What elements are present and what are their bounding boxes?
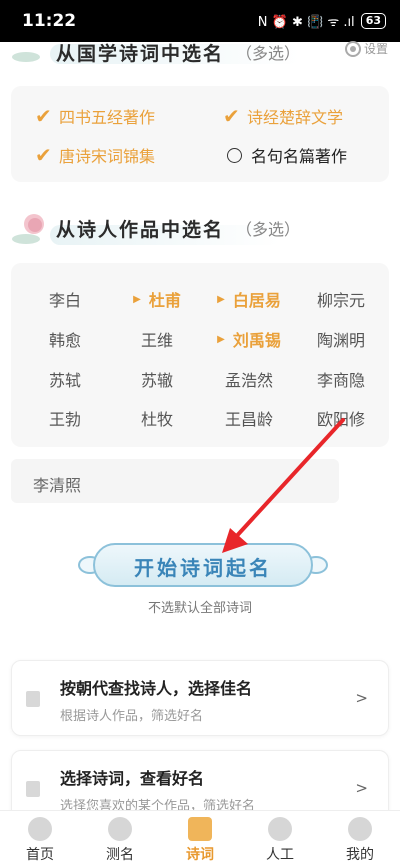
poet-item-extra[interactable]: 李清照 xyxy=(11,459,339,503)
status-icons: N ⏰ ✱ 📳 ᯤ .ıl 63 xyxy=(258,12,386,30)
poet-item[interactable]: 柳宗元 xyxy=(296,287,386,311)
tab-home[interactable]: 首页 xyxy=(0,811,80,866)
category-option[interactable]: 名句名篇著作 xyxy=(223,143,347,167)
selected-triangle-icon: ▶ xyxy=(217,293,225,305)
home-icon xyxy=(28,817,52,841)
lotus-icon xyxy=(10,38,52,66)
category-card: ✔ 四书五经著作 ✔ 诗经楚辞文学 ✔ 唐诗宋词锦集 名句名篇著作 xyxy=(11,86,389,182)
check-icon: ✔ xyxy=(35,143,52,167)
settings-label: 设置 xyxy=(363,42,388,56)
card-subtitle: 根据诗人作品，筛选好名 xyxy=(60,709,204,724)
poet-item[interactable]: 苏轼 xyxy=(20,367,110,391)
section-title: 从诗人作品中选名 xyxy=(56,218,225,241)
books-icon xyxy=(26,781,40,797)
profile-icon xyxy=(348,817,372,841)
tab-test-name[interactable]: 测名 xyxy=(80,811,160,866)
dynasty-search-card[interactable]: 按朝代查找诗人，选择佳名 根据诗人作品，筛选好名 > xyxy=(11,660,389,736)
card-title: 选择诗词，查看好名 xyxy=(60,769,205,788)
start-naming-label: 开始诗词起名 xyxy=(134,556,272,580)
graduation-cap-icon xyxy=(268,817,292,841)
default-hint: 不选默认全部诗词 xyxy=(147,601,252,616)
bottom-tab-bar: 首页 测名 诗词 人工 我的 xyxy=(0,810,400,866)
lotus-icon xyxy=(10,208,52,248)
poet-item[interactable]: 李白 xyxy=(20,287,110,311)
section-subtitle: （多选） xyxy=(236,220,301,239)
poet-item[interactable]: ▶ 刘禹锡 xyxy=(204,327,294,351)
poet-item[interactable]: ▶ 杜甫 xyxy=(112,287,202,311)
book-icon xyxy=(26,691,40,707)
battery-icon: 63 xyxy=(360,13,386,29)
poet-item[interactable]: 王昌龄 xyxy=(204,406,294,430)
test-name-icon xyxy=(108,817,132,841)
category-option[interactable]: ✔ 诗经楚辞文学 xyxy=(223,104,343,128)
section-title: 从国学诗词中选名 xyxy=(56,42,225,65)
poet-item[interactable]: 李商隐 xyxy=(296,367,386,391)
poet-item[interactable]: 苏辙 xyxy=(112,367,202,391)
poet-item[interactable]: 欧阳修 xyxy=(296,406,386,430)
settings-button[interactable]: 设置 xyxy=(344,40,388,57)
poet-item[interactable]: 韩愈 xyxy=(20,327,110,351)
section-poets-header: 从诗人作品中选名 （多选） xyxy=(10,208,300,248)
status-bar: 11:22 N ⏰ ✱ 📳 ᯤ .ıl 63 xyxy=(0,0,400,42)
gear-icon xyxy=(344,40,361,57)
check-icon: ✔ xyxy=(35,104,52,128)
section-subtitle: （多选） xyxy=(236,44,301,63)
poet-item[interactable]: ▶ 白居易 xyxy=(204,287,294,311)
category-option[interactable]: ✔ 唐诗宋词锦集 xyxy=(35,143,155,167)
tab-profile[interactable]: 我的 xyxy=(320,811,400,866)
category-option[interactable]: ✔ 四书五经著作 xyxy=(35,104,155,128)
poet-grid: 李白 ▶ 杜甫 ▶ 白居易 柳宗元 韩愈 王维 ▶ 刘禹锡 陶渊明 苏轼 苏辙 孟浩然… xyxy=(11,263,389,447)
status-time: 11:22 xyxy=(22,11,77,31)
section-guoxue-header: 从国学诗词中选名 （多选） xyxy=(10,38,300,66)
chevron-right-icon: > xyxy=(355,779,368,797)
check-icon: ✔ xyxy=(223,104,240,128)
selected-triangle-icon: ▶ xyxy=(217,333,225,345)
poet-item[interactable]: 陶渊明 xyxy=(296,327,386,351)
chevron-right-icon: > xyxy=(355,689,368,707)
selected-triangle-icon: ▶ xyxy=(133,293,141,305)
radio-icon xyxy=(227,147,242,163)
poetry-icon xyxy=(188,817,212,841)
start-naming-button[interactable]: 开始诗词起名 xyxy=(78,540,328,590)
poet-item[interactable]: 王勃 xyxy=(20,406,110,430)
poet-item[interactable]: 王维 xyxy=(112,327,202,351)
poet-item[interactable]: 杜牧 xyxy=(112,406,202,430)
poet-item[interactable]: 孟浩然 xyxy=(204,367,294,391)
tab-manual[interactable]: 人工 xyxy=(240,811,320,866)
tab-poetry[interactable]: 诗词 xyxy=(160,811,240,866)
card-title: 按朝代查找诗人，选择佳名 xyxy=(60,679,253,698)
system-icons: N ⏰ ✱ 📳 ᯤ .ıl xyxy=(257,15,355,30)
